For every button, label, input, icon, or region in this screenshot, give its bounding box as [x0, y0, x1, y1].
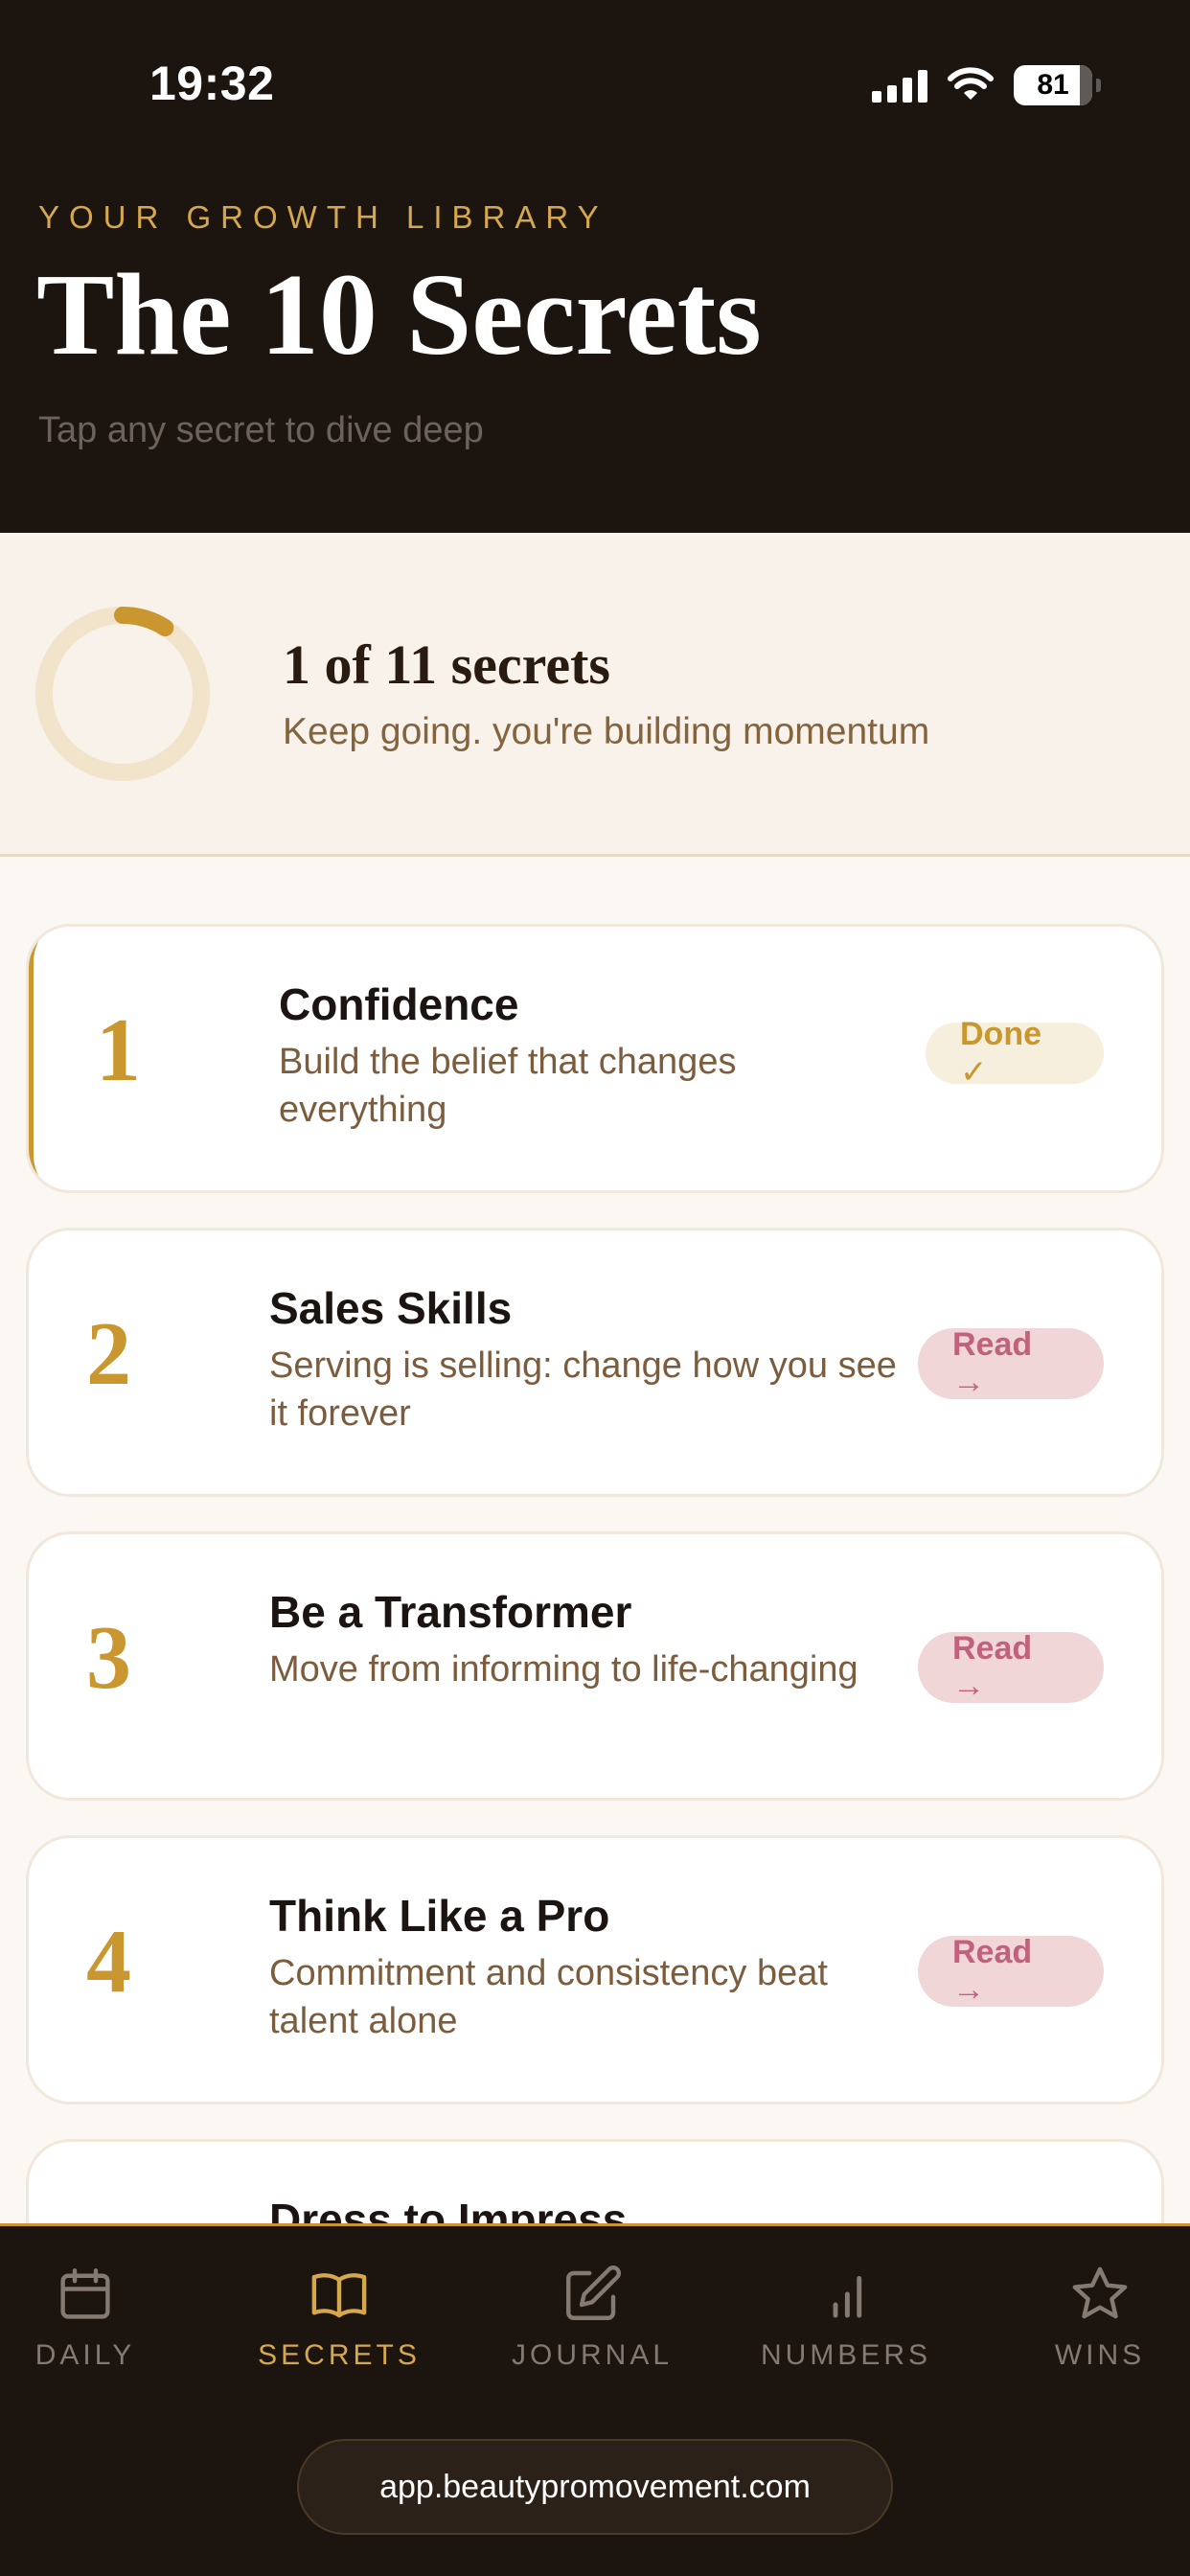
progress-ring: [35, 607, 210, 781]
secret-number: 1: [96, 1000, 141, 1100]
cellular-signal-icon: [872, 68, 927, 103]
secret-description: Move from informing to life-changing: [269, 1649, 858, 1690]
status-icons: 81: [872, 63, 1101, 107]
done-badge: Done ✓: [926, 1016, 1104, 1091]
edit-icon: [566, 2266, 621, 2320]
nav-label: DAILY: [34, 2339, 136, 2371]
book-icon: [311, 2273, 367, 2318]
secret-card-sales-skills[interactable]: 2 Sales Skills Serving is selling: chang…: [26, 1228, 1164, 1497]
secret-number: 2: [86, 1304, 131, 1404]
progress-subtitle: Keep going. you're building momentum: [283, 711, 930, 752]
browser-url-bar[interactable]: app.beautypromovement.com: [297, 2439, 893, 2535]
secret-title: Confidence: [279, 979, 519, 1029]
battery-icon: 81: [1014, 65, 1101, 105]
bar-chart-icon: [833, 2276, 862, 2318]
secret-title: Be a Transformer: [269, 1587, 632, 1637]
nav-label: WINS: [1054, 2339, 1146, 2371]
page-subtitle: Tap any secret to dive deep: [38, 410, 484, 450]
read-button[interactable]: Read →: [918, 1630, 1104, 1704]
secret-number: 3: [86, 1608, 131, 1708]
nav-label: JOURNAL: [511, 2339, 674, 2371]
secret-description: Commitment and consistency beat talent a…: [269, 1953, 828, 2041]
star-icon: [1072, 2266, 1128, 2319]
status-time: 19:32: [149, 57, 275, 110]
secret-card-confidence[interactable]: 1 Confidence Build the belief that chang…: [26, 924, 1164, 1193]
page-title: The 10 Secrets: [36, 250, 762, 380]
secret-title: Think Like a Pro: [269, 1891, 610, 1941]
nav-daily[interactable]: DAILY: [0, 2263, 204, 2372]
secret-card-think-like-a-pro[interactable]: 4 Think Like a Pro Commitment and consis…: [26, 1835, 1164, 2104]
progress-title: 1 of 11 secrets: [283, 633, 610, 696]
read-button[interactable]: Read →: [918, 1326, 1104, 1400]
bottom-nav: DAILY SECRETS JOURNAL NUMBERS WINS app.b…: [0, 2223, 1190, 2576]
nav-wins[interactable]: WINS: [981, 2263, 1190, 2372]
calendar-icon: [60, 2268, 110, 2319]
nav-label: NUMBERS: [760, 2339, 931, 2371]
secret-card-be-a-transformer[interactable]: 3 Be a Transformer Move from informing t…: [26, 1531, 1164, 1801]
secret-description: Serving is selling: change how you see i…: [269, 1346, 897, 1434]
progress-summary: 1 of 11 secrets Keep going. you're build…: [0, 533, 1190, 857]
nav-label: SECRETS: [258, 2339, 421, 2371]
secret-number: 4: [86, 1912, 131, 2012]
page-kicker: YOUR GROWTH LIBRARY: [38, 199, 608, 235]
read-button[interactable]: Read →: [918, 1934, 1104, 2008]
header: 19:32 81 YOUR GROWTH LIBRARY The 10 Secr…: [0, 0, 1190, 533]
nav-numbers[interactable]: NUMBERS: [727, 2263, 965, 2372]
wifi-icon: [948, 67, 994, 100]
secret-description: Build the belief that changes everything: [279, 1042, 737, 1130]
battery-level: 81: [1037, 69, 1069, 101]
nav-secrets[interactable]: SECRETS: [220, 2263, 458, 2372]
secret-title: Sales Skills: [269, 1283, 513, 1333]
nav-journal[interactable]: JOURNAL: [473, 2263, 711, 2372]
